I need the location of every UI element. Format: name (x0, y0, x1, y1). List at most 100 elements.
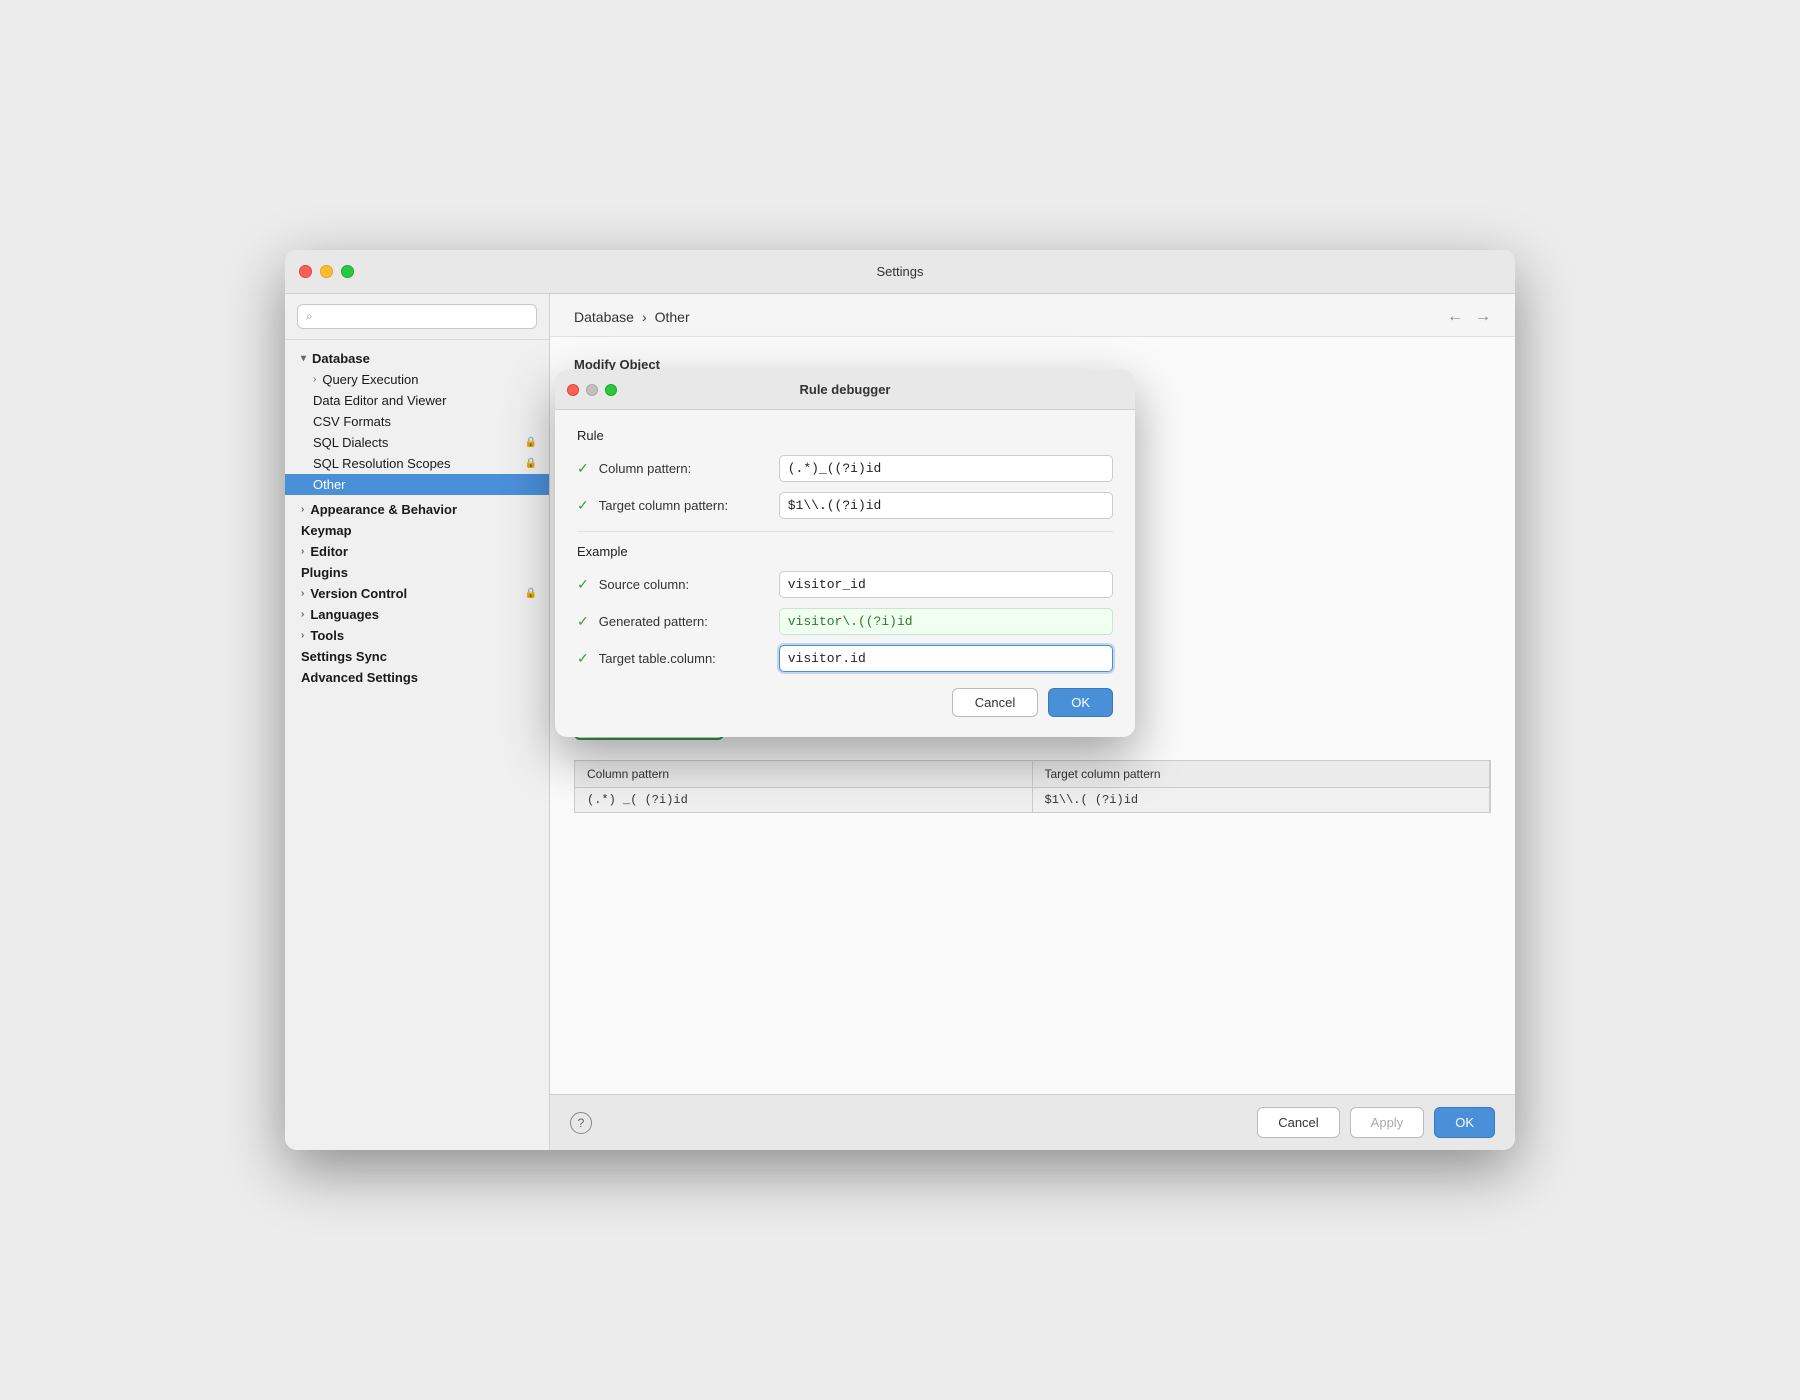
sidebar-item-languages[interactable]: › Languages (285, 604, 549, 625)
chevron-down-icon: ▾ (301, 353, 306, 364)
sidebar-item-label: Advanced Settings (301, 670, 418, 685)
lock-icon: 🔒 (525, 588, 537, 599)
chevron-right-icon: › (301, 504, 304, 515)
cancel-button[interactable]: Cancel (1257, 1107, 1339, 1138)
traffic-lights (299, 265, 354, 278)
dialog-close-button[interactable] (567, 384, 579, 396)
minimize-button[interactable] (320, 265, 333, 278)
sidebar-item-label: Data Editor and Viewer (313, 393, 446, 408)
ok-button[interactable]: OK (1434, 1107, 1495, 1138)
target-column-pattern-input[interactable] (779, 492, 1113, 519)
breadcrumb-parent: Database (574, 309, 634, 325)
generated-pattern-input[interactable] (779, 608, 1113, 635)
target-table-column-input[interactable] (779, 645, 1113, 672)
dialog-divider (577, 531, 1113, 532)
column-pattern-input[interactable] (779, 455, 1113, 482)
sidebar-item-data-editor[interactable]: Data Editor and Viewer (285, 390, 549, 411)
col-header-target: Target column pattern (1033, 761, 1491, 787)
dialog-min-button[interactable] (586, 384, 598, 396)
sidebar-item-label: Other (313, 477, 346, 492)
search-input-wrap[interactable]: ⌕ (297, 304, 537, 329)
close-button[interactable] (299, 265, 312, 278)
generated-pattern-label: Generated pattern: (599, 614, 769, 629)
check-icon: ✓ (577, 613, 589, 630)
main-header: Database › Other ← → (550, 294, 1515, 337)
bottom-bar: ? Cancel Apply OK (550, 1094, 1515, 1150)
sidebar-item-database[interactable]: ▾ Database (285, 348, 549, 369)
chevron-right-icon: › (313, 374, 316, 385)
sidebar-tree: ▾ Database › Query Execution Data Editor… (285, 340, 549, 1150)
sidebar-item-label: CSV Formats (313, 414, 391, 429)
table-cell-target: $1\\.( (?i)id (1033, 788, 1491, 812)
column-pattern-row: ✓ Column pattern: (577, 455, 1113, 482)
sidebar-item-label: Editor (310, 544, 348, 559)
target-table-column-label: Target table.column: (599, 651, 769, 666)
sidebar-item-label: Settings Sync (301, 649, 387, 664)
breadcrumb-current: Other (655, 309, 690, 325)
titlebar: Settings (285, 250, 1515, 294)
sidebar-item-csv-formats[interactable]: CSV Formats (285, 411, 549, 432)
sidebar-item-label: Query Execution (322, 372, 418, 387)
help-button[interactable]: ? (570, 1112, 592, 1134)
lock-icon: 🔒 (525, 458, 537, 469)
bottom-buttons: Cancel Apply OK (1257, 1107, 1495, 1138)
dialog-footer: Cancel OK (577, 688, 1113, 717)
dialog-max-button[interactable] (605, 384, 617, 396)
chevron-right-icon: › (301, 609, 304, 620)
sidebar-item-sql-dialects[interactable]: SQL Dialects 🔒 (285, 432, 549, 453)
sidebar-item-label: Appearance & Behavior (310, 502, 457, 517)
sidebar-item-query-execution[interactable]: › Query Execution (285, 369, 549, 390)
check-icon: ✓ (577, 497, 589, 514)
sidebar-item-plugins[interactable]: Plugins (285, 562, 549, 583)
chevron-right-icon: › (301, 630, 304, 641)
dialog-cancel-button[interactable]: Cancel (952, 688, 1038, 717)
source-column-label: Source column: (599, 577, 769, 592)
lock-icon: 🔒 (525, 437, 537, 448)
sidebar-item-label: Version Control (310, 586, 407, 601)
target-column-pattern-label: Target column pattern: (599, 498, 769, 513)
search-icon: ⌕ (306, 309, 313, 324)
sidebar-item-label: Plugins (301, 565, 348, 580)
dialog-traffic-lights (567, 384, 617, 396)
dialog-titlebar: Rule debugger (555, 370, 1135, 410)
rule-section-label: Rule (577, 428, 1113, 443)
sidebar-item-keymap[interactable]: Keymap (285, 520, 549, 541)
chevron-right-icon: › (301, 588, 304, 599)
check-icon: ✓ (577, 650, 589, 667)
window-title: Settings (877, 264, 924, 279)
check-icon: ✓ (577, 576, 589, 593)
back-arrow-icon[interactable]: ← (1447, 308, 1463, 326)
sidebar-item-editor[interactable]: › Editor (285, 541, 549, 562)
sidebar-item-label: SQL Resolution Scopes (313, 456, 451, 471)
sidebar-item-label: Languages (310, 607, 379, 622)
sidebar-item-advanced[interactable]: Advanced Settings (285, 667, 549, 688)
sidebar-item-version-control[interactable]: › Version Control 🔒 (285, 583, 549, 604)
source-column-input[interactable] (779, 571, 1113, 598)
example-section-label: Example (577, 544, 1113, 559)
forward-arrow-icon[interactable]: → (1475, 308, 1491, 326)
col-header-pattern: Column pattern (575, 761, 1033, 787)
dialog-title: Rule debugger (799, 382, 890, 397)
column-pattern-label: Column pattern: (599, 461, 769, 476)
maximize-button[interactable] (341, 265, 354, 278)
dialog-ok-button[interactable]: OK (1048, 688, 1113, 717)
breadcrumb: Database › Other (574, 309, 690, 325)
vfk-table-header: Column pattern Target column pattern (574, 760, 1491, 787)
settings-window: Settings ⌕ ▾ Database › Query Execution (285, 250, 1515, 1150)
sidebar-item-label: Keymap (301, 523, 352, 538)
nav-arrows: ← → (1447, 308, 1491, 326)
dialog-body: Rule ✓ Column pattern: ✓ Target column p… (555, 410, 1135, 737)
sidebar: ⌕ ▾ Database › Query Execution Data Edit… (285, 294, 550, 1150)
sidebar-item-appearance[interactable]: › Appearance & Behavior (285, 499, 549, 520)
sidebar-item-tools[interactable]: › Tools (285, 625, 549, 646)
breadcrumb-separator: › (642, 309, 647, 325)
sidebar-item-label: SQL Dialects (313, 435, 388, 450)
source-column-row: ✓ Source column: (577, 571, 1113, 598)
sidebar-item-other[interactable]: Other (285, 474, 549, 495)
search-input[interactable] (319, 310, 528, 324)
chevron-right-icon: › (301, 546, 304, 557)
sidebar-item-sql-resolution[interactable]: SQL Resolution Scopes 🔒 (285, 453, 549, 474)
sidebar-item-settings-sync[interactable]: Settings Sync (285, 646, 549, 667)
apply-button[interactable]: Apply (1350, 1107, 1425, 1138)
target-table-column-row: ✓ Target table.column: (577, 645, 1113, 672)
